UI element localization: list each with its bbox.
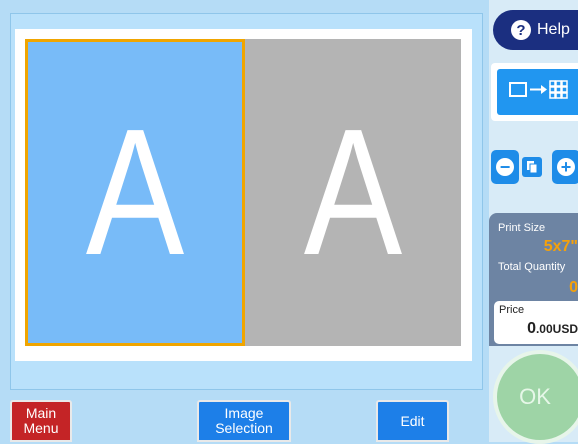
preview-area: A A [10,13,483,390]
ok-button[interactable]: OK [493,350,578,444]
layout-button[interactable] [491,63,578,121]
edit-button[interactable]: Edit [376,400,449,442]
order-info-panel: Print Size 5x7" Total Quantity 0 Price 0… [489,213,578,346]
total-quantity-value: 0 [569,279,578,296]
image-selection-button[interactable]: Image Selection [197,400,291,442]
image-selection-label-line2: Selection [215,420,273,436]
print-paper: A A [15,29,472,361]
help-label: Help [537,21,570,38]
layout-button-face [497,69,578,115]
slot-placeholder-letter: A [303,91,403,293]
plus-icon: + [557,158,575,176]
price-value: 0.00USD [527,320,578,338]
zoom-out-button[interactable]: − [491,150,519,184]
single-to-grid-icon [509,79,569,106]
page-icon [522,157,542,177]
ok-label: OK [519,384,551,409]
question-icon: ? [511,20,531,40]
edit-label: Edit [400,412,425,429]
zoom-in-button[interactable]: + [552,150,578,184]
slot-placeholder-letter: A [85,91,185,293]
print-size-label: Print Size [498,222,546,234]
price-label: Price [499,304,525,316]
image-slot-1[interactable]: A [25,39,245,346]
help-button[interactable]: ? Help [493,10,578,50]
print-size-value: 5x7" [543,238,578,255]
total-quantity-label: Total Quantity [498,261,566,273]
image-slot-2[interactable]: A [245,39,461,346]
price-value-main: 0 [527,320,536,337]
price-value-rest: .00USD [535,322,578,336]
main-menu-button[interactable]: Main Menu [10,400,72,442]
price-box: Price 0.00USD [494,301,578,344]
zoom-controls: − + [489,150,578,184]
main-menu-label-line1: Main [25,405,57,421]
image-selection-label-line1: Image [224,405,264,421]
minus-icon: − [496,158,514,176]
main-menu-label-line2: Menu [23,420,59,436]
